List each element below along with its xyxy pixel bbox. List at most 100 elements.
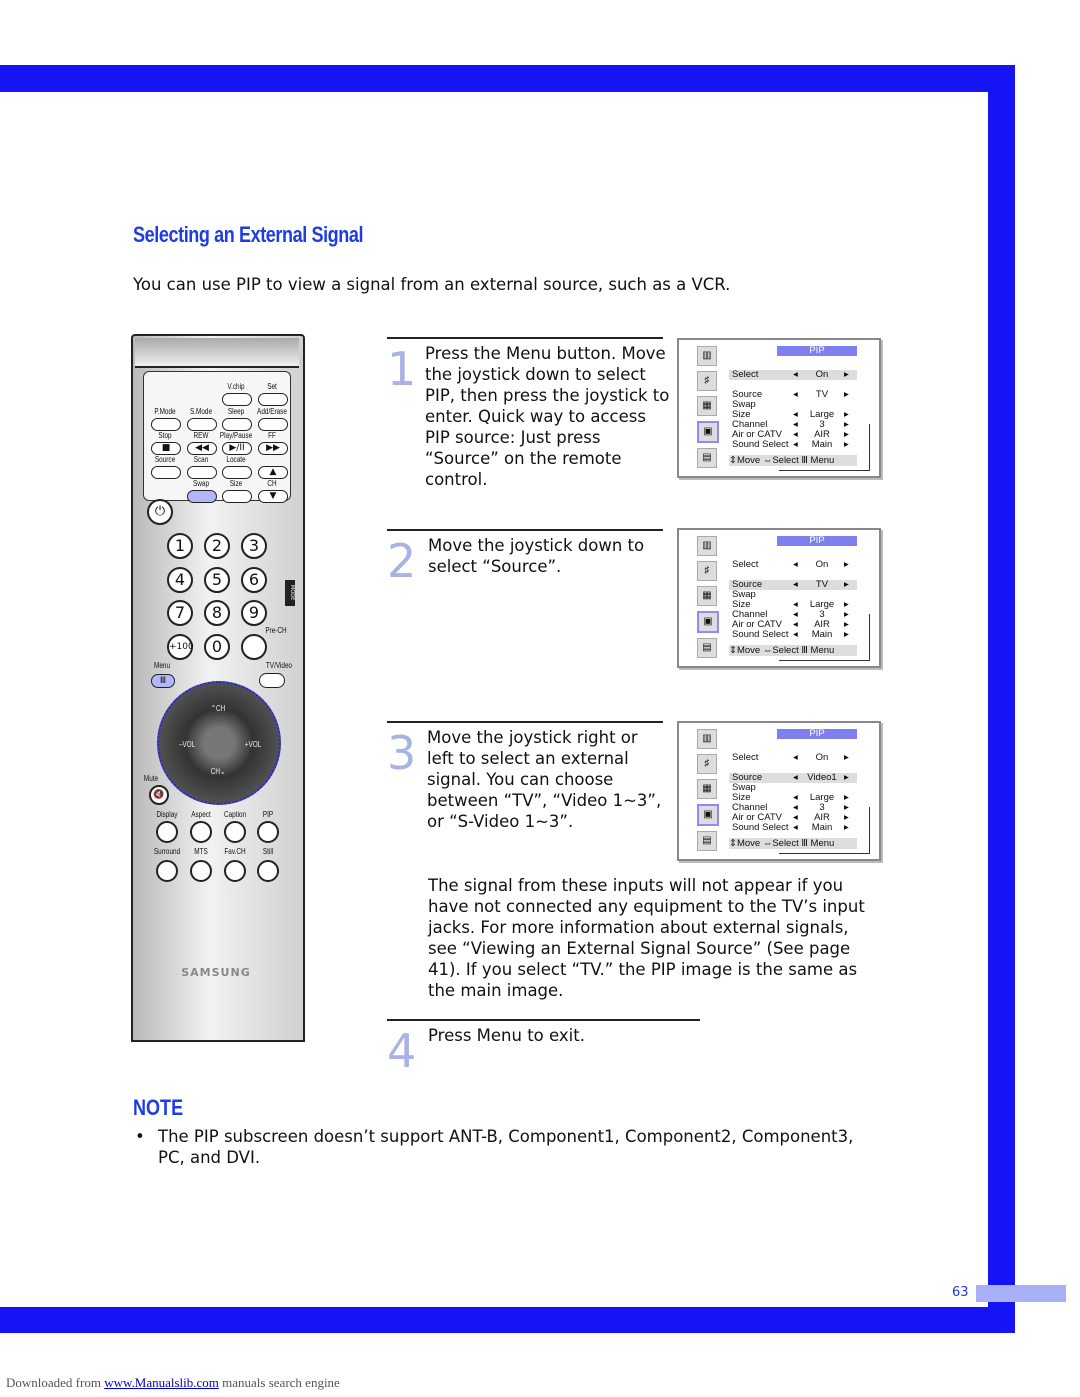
menu-row-value: On — [815, 369, 829, 380]
input-icon: ▤ — [697, 638, 717, 658]
number-button-7[interactable]: 7 — [167, 600, 193, 627]
remote-button-smode[interactable] — [187, 418, 217, 431]
menu-row-value: Main — [811, 439, 833, 450]
picture-icon: ▥ — [697, 346, 717, 366]
menu-row-label: Select — [732, 369, 759, 380]
surround-button[interactable] — [156, 860, 178, 882]
menu-row-value: Main — [811, 822, 833, 833]
channel-icon: ▦ — [697, 779, 717, 799]
remote-button-scan[interactable] — [187, 466, 217, 479]
menu-row[interactable]: Select ◂ On ▸ — [729, 560, 857, 570]
arrow-left-icon: ◂ — [793, 772, 798, 783]
remote-button-label: Source — [154, 455, 176, 464]
note-item-text: The PIP subscreen doesn’t support ANT-B,… — [158, 1127, 854, 1167]
remote-button-label: CH — [267, 479, 277, 488]
menu-footer-hints: ⇕Move ⇔Select Ⅲ Menu — [729, 455, 857, 466]
number-button-4[interactable]: 4 — [167, 566, 193, 593]
tv-video-button[interactable] — [259, 673, 285, 688]
remote-label-pip: PIP — [262, 810, 274, 819]
menu-row-value: TV — [815, 389, 829, 400]
step-divider — [387, 337, 663, 339]
remote-button-set[interactable] — [258, 393, 288, 406]
remote-button-label: V.chip — [227, 382, 245, 391]
remote-label-caption: Caption — [223, 810, 247, 819]
remote-button-adderase[interactable] — [258, 418, 288, 431]
step-divider — [387, 1019, 700, 1021]
menu-row[interactable]: Sound Select ◂ Main ▸ — [729, 630, 857, 640]
remote-label-mts: MTS — [194, 847, 208, 856]
channel-icon: ▦ — [697, 586, 717, 606]
aspect-button[interactable] — [190, 821, 212, 843]
remote-button-swap[interactable] — [187, 490, 217, 503]
caption-button[interactable] — [224, 821, 246, 843]
pip-menu-screen: ▥ ♯ ▦ ▣ ▤ PIP Select ◂ On ▸ Source ◂ TV ▸ Swap Size ◂ Lar… — [677, 528, 881, 668]
display-button[interactable] — [156, 821, 178, 843]
input-icon: ▤ — [697, 831, 717, 851]
remote-button-label: Swap — [192, 479, 210, 488]
arrow-right-icon: ▸ — [844, 579, 849, 590]
remote-button-ch[interactable]: ▼ — [258, 490, 288, 503]
number-button-blank[interactable] — [241, 634, 267, 661]
remote-button-ff[interactable]: ▶▶ — [258, 442, 288, 455]
sound-icon: ♯ — [697, 561, 717, 581]
setup-icon: ▣ — [697, 421, 719, 443]
bullet: • — [135, 1127, 145, 1146]
sound-icon: ♯ — [697, 371, 717, 391]
picture-icon: ▥ — [697, 536, 717, 556]
power-button[interactable]: ⏻ — [147, 499, 173, 525]
still-button[interactable] — [257, 860, 279, 882]
menu-row-value: TV — [815, 579, 829, 590]
remote-button-up[interactable]: ▲ — [258, 466, 288, 479]
mts-button[interactable] — [190, 860, 212, 882]
remote-button-playpause[interactable]: ▶/II — [222, 442, 252, 455]
step-text: Move the joystick right or left to selec… — [427, 728, 662, 831]
menu-row-value: Main — [811, 629, 833, 640]
mute-button[interactable]: 🔇 — [149, 785, 169, 805]
arrow-left-icon: ◂ — [793, 369, 798, 380]
pip-button[interactable] — [257, 821, 279, 843]
number-button-2[interactable]: 2 — [204, 533, 230, 559]
menu-row[interactable]: Select ◂ On ▸ — [729, 370, 857, 380]
number-button-0[interactable]: 0 — [204, 634, 230, 661]
remote-flip-cover — [135, 338, 299, 368]
menu-row-value: On — [815, 752, 829, 763]
remote-button-size[interactable] — [222, 490, 252, 503]
joystick-dial[interactable] — [157, 681, 281, 805]
favch-button[interactable] — [224, 860, 246, 882]
arrow-left-icon: ◂ — [793, 559, 798, 570]
remote-button-source[interactable] — [151, 466, 181, 479]
remote-button-vchip[interactable] — [222, 393, 252, 406]
number-button-8[interactable]: 8 — [204, 600, 230, 627]
pip-menu-screen: ▥ ♯ ▦ ▣ ▤ PIP Select ◂ On ▸ Source ◂ TV ▸ Swap Size ◂ Lar… — [677, 338, 881, 478]
manualslib-link[interactable]: www.Manualslib.com — [104, 1375, 219, 1390]
arrow-right-icon: ▸ — [844, 772, 849, 783]
menu-row-value: Video1 — [807, 772, 837, 783]
remote-label-prech: Pre-CH — [265, 626, 287, 635]
remote-button-pmode[interactable] — [151, 418, 181, 431]
number-button-+100[interactable]: +100 — [167, 634, 194, 661]
number-button-9[interactable]: 9 — [241, 600, 267, 627]
manual-page: 63 Selecting an External Signal You can … — [0, 0, 1080, 1397]
remote-button-label: Play/Pause — [219, 431, 253, 440]
number-button-6[interactable]: 6 — [241, 566, 267, 593]
menu-row[interactable]: Select ◂ On ▸ — [729, 753, 857, 763]
number-button-5[interactable]: 5 — [204, 566, 230, 593]
number-button-1[interactable]: 1 — [167, 533, 193, 559]
remote-button-rew[interactable]: ◀◀ — [187, 442, 217, 455]
remote-button-label: Add/Erase — [257, 407, 287, 416]
remote-button-locate[interactable] — [222, 466, 252, 479]
remote-label-menu: Menu — [153, 661, 171, 670]
setup-icon: ▣ — [697, 611, 719, 633]
remote-button-label: Set — [267, 382, 277, 391]
remote-button-stop[interactable]: ■ — [151, 442, 181, 455]
menu-row[interactable]: Sound Select ◂ Main ▸ — [729, 440, 857, 450]
remote-label-mute: Mute — [143, 774, 159, 783]
number-button-3[interactable]: 3 — [241, 533, 267, 559]
menu-row[interactable]: Sound Select ◂ Main ▸ — [729, 823, 857, 833]
menu-button[interactable]: Ⅲ — [151, 674, 175, 688]
mode-switch[interactable]: MODE — [285, 580, 295, 606]
sound-icon: ♯ — [697, 754, 717, 774]
footer-prefix: Downloaded from — [6, 1375, 105, 1390]
remote-button-sleep[interactable] — [222, 418, 252, 431]
menu-header: PIP — [777, 346, 857, 356]
